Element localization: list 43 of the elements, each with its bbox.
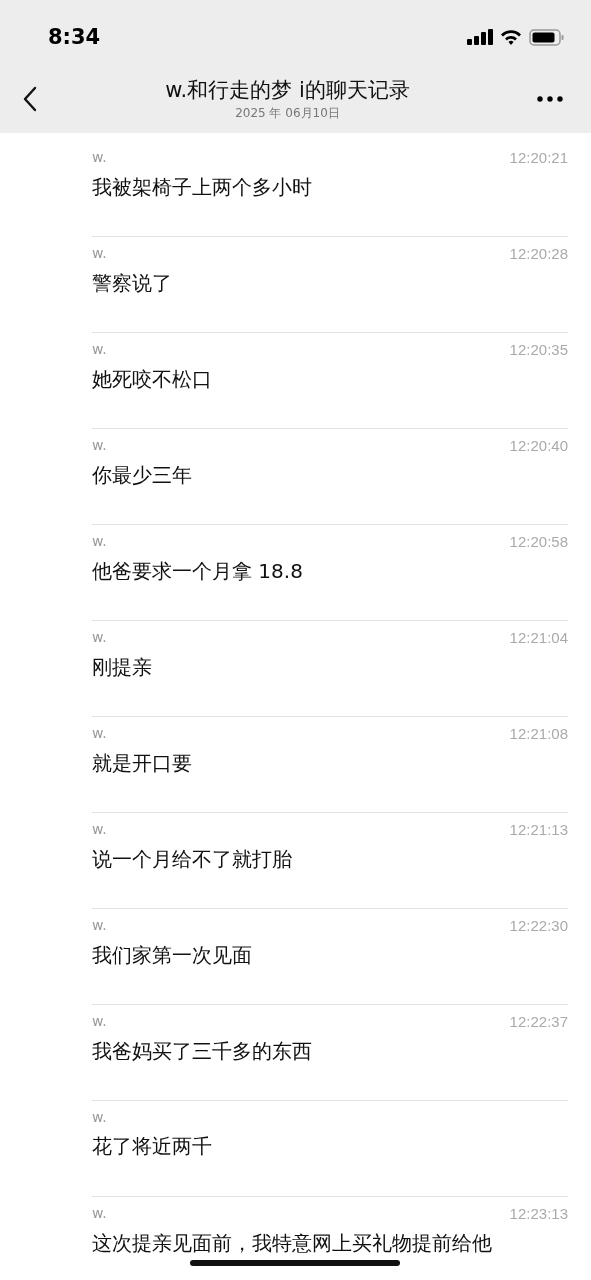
message-time: 12:21:08 (509, 725, 568, 742)
message-text: 警察说了 (92, 270, 173, 297)
message-time: 12:21:04 (509, 629, 568, 646)
message-time: 12:20:58 (509, 533, 568, 550)
signal-icon (467, 29, 493, 45)
message-time: 12:22:30 (509, 917, 568, 934)
wifi-icon (500, 29, 522, 45)
back-icon[interactable] (22, 86, 38, 112)
message-time: 12:22:37 (509, 1013, 568, 1030)
sender-name: w. (92, 149, 107, 166)
message-text: 我爸妈买了三千多的东西 (92, 1038, 313, 1065)
chat-title: w.和行走的梦 i的聊天记录 (165, 77, 410, 104)
message-time: 12:21:13 (509, 821, 568, 838)
message-time: 12:23:13 (509, 1205, 568, 1222)
sender-name: w. (92, 1205, 107, 1222)
message-text: 花了将近两千 (92, 1133, 213, 1160)
sender-name: w. (92, 917, 107, 934)
sender-name: w. (92, 533, 107, 550)
message-text: 就是开口要 (92, 750, 193, 777)
message-text: 我们家第一次见面 (92, 942, 253, 969)
sender-name: w. (92, 821, 107, 838)
sender-name: w. (92, 1109, 107, 1125)
sender-name: w. (92, 437, 107, 454)
message-text: 我被架椅子上两个多小时 (92, 174, 313, 201)
battery-icon (529, 28, 565, 46)
sender-name: w. (92, 245, 107, 262)
message-text: 她死咬不松口 (92, 366, 213, 393)
message-text: 你最少三年 (92, 462, 193, 489)
sender-name: w. (92, 629, 107, 646)
sender-name: w. (92, 725, 107, 742)
message-time: 12:20:28 (509, 245, 568, 262)
message-text: 刚提亲 (92, 654, 153, 681)
chat-date: 2025 年 06月10日 (234, 105, 341, 122)
message-time: 12:20:40 (509, 437, 568, 454)
status-time: 8:34 (48, 25, 101, 49)
sender-name: w. (92, 341, 107, 358)
message-text: 这次提亲见面前，我特意网上买礼物提前给他 (92, 1230, 493, 1257)
sender-name: w. (92, 1013, 107, 1030)
message-text: 说一个月给不了就打胎 (92, 846, 293, 873)
message-time: 12:20:35 (509, 341, 568, 358)
message-text: 他爸要求一个月拿 18.8 (92, 558, 304, 585)
message-time: 12:20:21 (509, 149, 568, 166)
more-icon[interactable] (537, 96, 563, 102)
